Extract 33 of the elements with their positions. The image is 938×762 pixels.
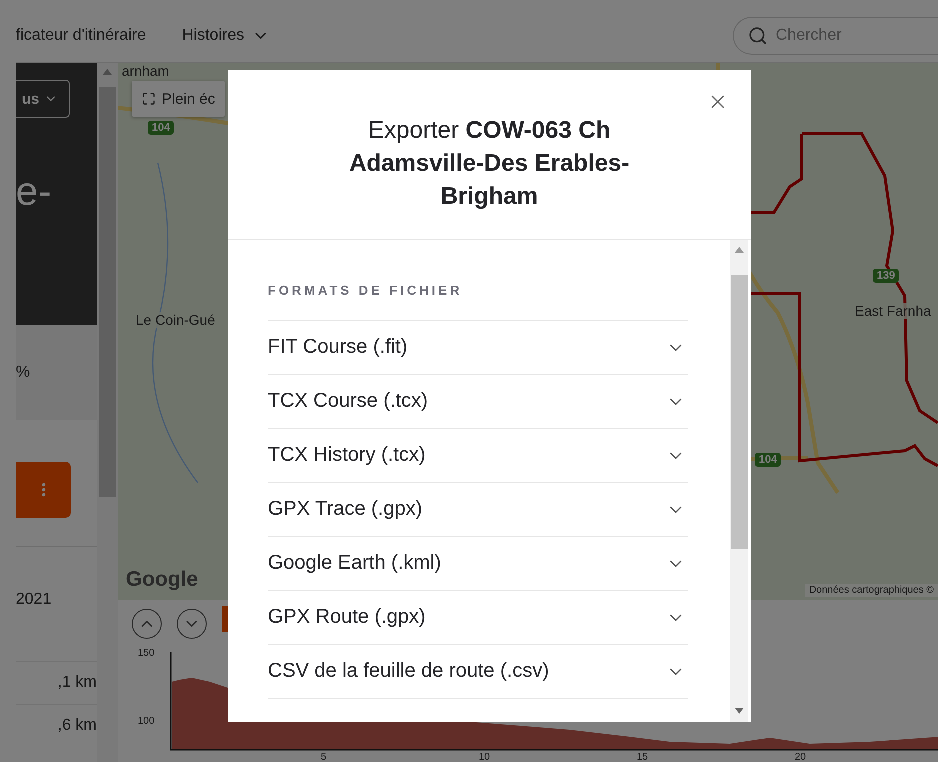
road-shield: 104 — [148, 121, 174, 135]
road-shield: 104 — [755, 453, 782, 467]
route-title: e- — [16, 170, 53, 215]
axis-tick-label: 100 — [138, 716, 155, 727]
axis-tick-label: 150 — [138, 648, 155, 659]
scrollbar[interactable] — [730, 240, 748, 722]
axis-tick-label: 20 — [795, 752, 806, 762]
fullscreen-icon — [142, 92, 156, 106]
axis-tick-label: 10 — [479, 752, 490, 762]
place-label: East Farnha — [855, 303, 932, 319]
more-icon — [42, 483, 46, 497]
scroll-up-button[interactable] — [132, 609, 162, 639]
place-label: arnham — [122, 63, 170, 79]
dialog-title: Exporter COW-063 Ch Adamsville-Des Erables-Brigham — [348, 116, 631, 212]
scrollbar[interactable] — [97, 63, 118, 762]
map-logo: Google — [126, 568, 198, 592]
scroll-down-button[interactable] — [177, 609, 207, 639]
road-shield: 139 — [873, 269, 900, 283]
scroll-up-icon — [103, 69, 112, 75]
scroll-up-icon — [734, 247, 744, 253]
map-attribution: Données cartographiques © — [805, 584, 938, 597]
axis-tick-label: 5 — [321, 752, 327, 762]
search-icon — [748, 26, 768, 46]
axis-tick-label: 15 — [637, 752, 648, 762]
percent-text: % — [16, 364, 30, 382]
date-text: 2021 — [16, 591, 53, 609]
nav-link[interactable]: Histoires — [182, 27, 270, 45]
fullscreen-button[interactable]: Plein éc — [132, 81, 226, 117]
section-title: FORMATS DE FICHIER — [268, 283, 464, 298]
place-label: Le Coin-Gué — [136, 312, 216, 328]
scroll-down-icon — [734, 708, 744, 714]
filter-button[interactable]: us — [16, 80, 70, 118]
nav-link[interactable]: ficateur d'itinéraire — [16, 27, 146, 45]
